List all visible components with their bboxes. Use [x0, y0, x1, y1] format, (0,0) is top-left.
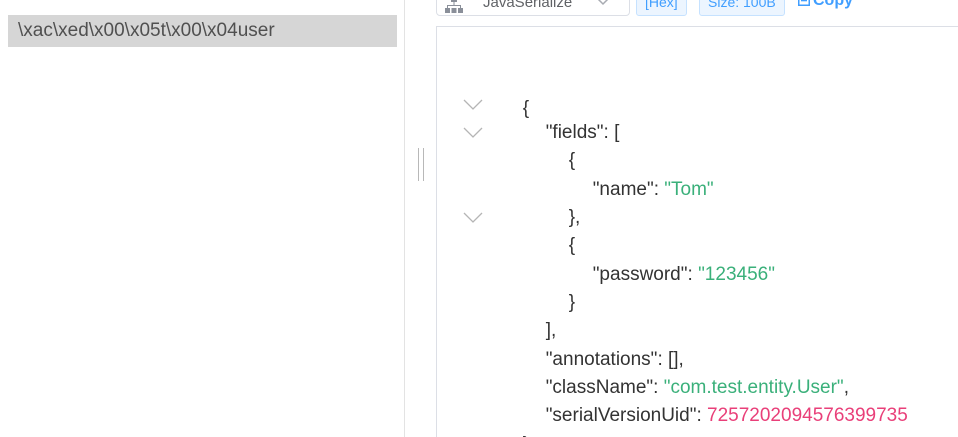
- json-viewer[interactable]: { "fields": [ { "name": "Tom" }, {"pass…: [436, 26, 958, 437]
- code-line: "serialVersionUid": 7257202094576399735: [514, 374, 908, 426]
- json-number-value: 7257202094576399735: [707, 405, 908, 426]
- code-line: "password": "123456": [561, 233, 775, 285]
- json-string-value: "123456": [698, 264, 775, 285]
- code-line: ],: [514, 289, 557, 341]
- copy-button-label: Copy: [813, 0, 853, 9]
- json-key: "serialVersionUid": [545, 405, 697, 426]
- size-tag: Size: 100B: [699, 0, 785, 16]
- chevron-down-icon: [597, 0, 609, 6]
- json-punctuation: : [: [603, 122, 620, 143]
- code-line: {: [537, 204, 575, 256]
- app-root: \xac\xed\x00\x05t\x00\x04user JavaSerial…: [0, 0, 958, 437]
- fold-chevron-icon[interactable]: [463, 212, 483, 224]
- hex-tag[interactable]: [Hex]: [636, 0, 687, 16]
- code-line: },: [537, 176, 581, 228]
- json-punctuation: :: [687, 264, 699, 285]
- grid-icon: [445, 0, 463, 13]
- key-list-pane: \xac\xed\x00\x05t\x00\x04user: [0, 0, 405, 437]
- json-punctuation: }: [568, 292, 576, 313]
- code-line: "name": "Tom": [561, 148, 714, 200]
- value-toolbar: JavaSerialize [Hex] Size: 100B Copy: [436, 0, 958, 16]
- code-line: "annotations": [],: [514, 318, 684, 370]
- code-line: }: [491, 403, 529, 437]
- code-line: }: [537, 261, 575, 313]
- json-key: "password": [592, 264, 688, 285]
- code-line: "fields": [: [514, 91, 620, 143]
- fold-chevron-icon[interactable]: [463, 99, 483, 111]
- json-string-value: "Tom": [664, 179, 714, 200]
- json-punctuation: :: [696, 405, 708, 426]
- copy-icon: [798, 0, 810, 6]
- copy-button[interactable]: Copy: [798, 0, 853, 16]
- json-punctuation: :: [653, 179, 665, 200]
- json-key: "name": [592, 179, 654, 200]
- format-select[interactable]: JavaSerialize: [436, 0, 630, 16]
- pane-resize-handle[interactable]: [418, 148, 424, 181]
- fold-chevron-icon[interactable]: [463, 127, 483, 139]
- key-list-item[interactable]: \xac\xed\x00\x05t\x00\x04user: [8, 15, 397, 47]
- code-line: {: [537, 119, 575, 171]
- code-line: "className": "com.test.entity.User",: [514, 346, 849, 398]
- format-select-value: JavaSerialize: [483, 0, 573, 11]
